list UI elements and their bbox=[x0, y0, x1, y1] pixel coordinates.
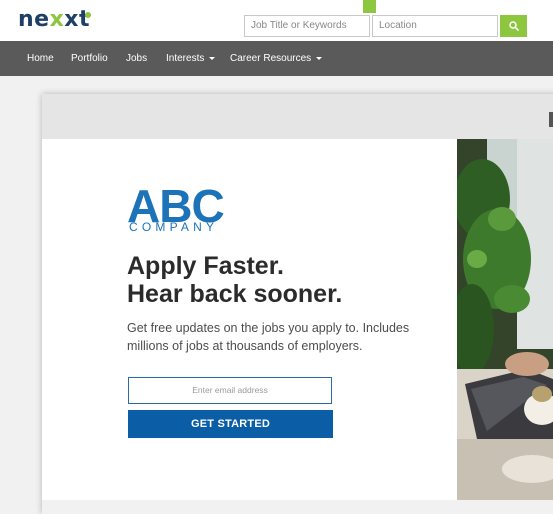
caret-down-icon bbox=[316, 56, 323, 60]
search-icon bbox=[508, 21, 519, 31]
main-nav: Home Portfolio Jobs Interests Career Res… bbox=[0, 41, 553, 76]
search-button[interactable] bbox=[500, 15, 527, 37]
hero-photo bbox=[457, 139, 553, 500]
location-input[interactable]: Location bbox=[372, 15, 498, 37]
email-input[interactable]: Enter email address bbox=[128, 377, 332, 404]
top-header: nexxt Job Title or Keywords Location bbox=[0, 0, 553, 41]
promo-headline: Apply Faster. Hear back sooner. bbox=[127, 252, 342, 308]
nav-portfolio[interactable]: Portfolio bbox=[71, 41, 108, 76]
logo-dot bbox=[85, 12, 91, 18]
nav-home[interactable]: Home bbox=[27, 41, 54, 76]
nav-career-resources[interactable]: Career Resources bbox=[230, 41, 323, 76]
logo-text-1: ne bbox=[18, 7, 50, 32]
headline-line-1: Apply Faster. bbox=[127, 252, 284, 280]
nav-interests-label: Interests bbox=[166, 53, 205, 64]
promo-card-header bbox=[42, 94, 553, 139]
brand-logo-subtext: COMPANY bbox=[129, 220, 219, 234]
logo-text-2: x bbox=[49, 7, 65, 32]
nav-interests[interactable]: Interests bbox=[166, 41, 216, 76]
hero-image bbox=[457, 139, 553, 500]
keywords-input[interactable]: Job Title or Keywords bbox=[244, 15, 370, 37]
nexxt-logo[interactable]: nexxt bbox=[18, 8, 90, 32]
promo-description: Get free updates on the jobs you apply t… bbox=[127, 321, 410, 353]
logo-text-3: xt bbox=[64, 7, 91, 32]
nav-career-resources-label: Career Resources bbox=[230, 53, 312, 64]
nav-jobs[interactable]: Jobs bbox=[126, 41, 147, 76]
headline-line-2: Hear back sooner. bbox=[127, 280, 343, 308]
accent-tab bbox=[363, 0, 376, 13]
caret-down-icon bbox=[209, 56, 216, 60]
close-handle[interactable] bbox=[549, 112, 553, 127]
get-started-button[interactable]: GET STARTED bbox=[128, 410, 333, 438]
